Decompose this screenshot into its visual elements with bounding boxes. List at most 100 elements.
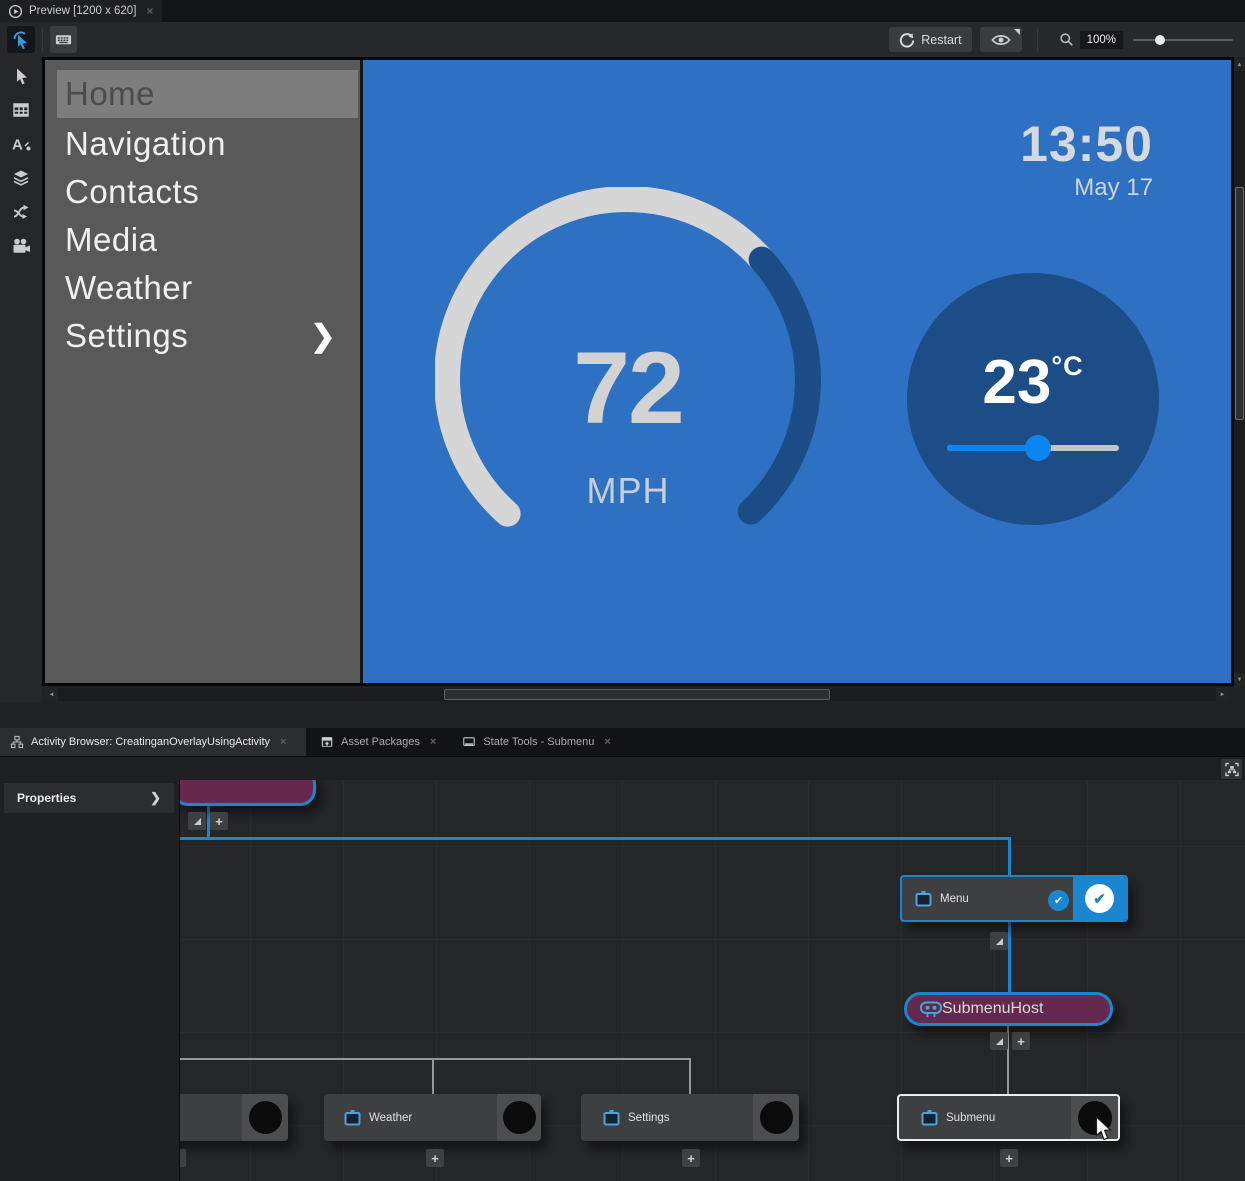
text-tool-icon[interactable]: A — [11, 134, 31, 154]
connection-line — [180, 837, 1011, 840]
tab-state-tools[interactable]: State Tools - Submenu × — [452, 728, 621, 756]
speed-gauge: 72 MPH — [435, 187, 821, 573]
preview-frame: Home Navigation Contacts Media Weather S… — [42, 57, 1234, 686]
menu-item-label: Settings — [65, 317, 188, 355]
hmi-menu-item-contacts[interactable]: Contacts — [57, 168, 358, 216]
tab-preview[interactable]: Preview [1200 x 620] × — [0, 0, 162, 22]
scroll-right-icon[interactable]: ► — [1216, 688, 1229, 701]
toolbar-divider — [42, 29, 43, 51]
node-add-button[interactable]: + — [1000, 1149, 1018, 1167]
tab-preview-close[interactable]: × — [146, 4, 153, 18]
menu-item-label: Contacts — [65, 173, 199, 211]
connection-tool-icon[interactable] — [11, 202, 31, 222]
magnifier-icon — [1059, 32, 1074, 47]
node-add-button[interactable]: + — [682, 1149, 700, 1167]
properties-panel: Properties ❯ — [0, 780, 180, 1181]
hmi-menu-item-weather[interactable]: Weather — [57, 264, 358, 312]
connection-line — [1008, 922, 1011, 994]
node-collapse-button[interactable] — [990, 1032, 1008, 1050]
pointer-click-icon — [11, 30, 31, 50]
state-dot[interactable] — [503, 1101, 536, 1134]
hmi-menu-item-home[interactable]: Home — [57, 70, 358, 118]
chevron-right-icon: ❯ — [310, 319, 336, 354]
tab-asset-packages[interactable]: Asset Packages × — [310, 728, 446, 756]
hmi-menu-item-navigation[interactable]: Navigation — [57, 120, 358, 168]
connection-line — [1008, 837, 1011, 877]
node-state-socket[interactable] — [753, 1094, 799, 1141]
hmi-menu-item-media[interactable]: Media — [57, 216, 358, 264]
application-window: Preview [1200 x 620] × Restart — [0, 0, 1245, 1181]
check-icon: ✔ — [1054, 894, 1063, 907]
node-collapse-button[interactable] — [990, 932, 1008, 950]
select-tool-icon[interactable] — [11, 66, 31, 86]
climate-control: 23°C — [907, 273, 1159, 525]
tab-close[interactable]: × — [604, 736, 610, 748]
zoom-slider[interactable] — [1133, 39, 1233, 41]
preview-toolbar: Restart 100% — [0, 22, 1245, 57]
toolbar-right-group: Restart 100% — [889, 26, 1237, 53]
animation-tool-icon[interactable] — [11, 236, 31, 256]
node-add-button[interactable]: + — [210, 812, 228, 830]
preview-horizontal-scrollbar[interactable]: ◄ ► — [45, 688, 1229, 701]
play-circle-icon — [8, 4, 23, 19]
node-overlay-activity[interactable] — [180, 780, 316, 806]
table-tool-icon[interactable] — [11, 100, 31, 120]
node-settings[interactable]: Settings — [581, 1094, 799, 1141]
scroll-down-icon[interactable]: ▼ — [1234, 673, 1245, 686]
bottom-tab-bar: Activity Browser: CreatinganOverlayUsing… — [0, 728, 1245, 756]
node-label: SubmenuHost — [942, 1000, 1043, 1018]
keyboard-tool-button[interactable] — [50, 26, 77, 53]
zoom-value[interactable]: 100% — [1080, 31, 1123, 49]
tab-close[interactable]: × — [280, 736, 286, 748]
node-submenu-host[interactable]: SubmenuHost — [904, 992, 1113, 1026]
preview-tab-bar: Preview [1200 x 620] × — [0, 0, 1245, 22]
hmi-menu-item-settings[interactable]: Settings ❯ — [57, 312, 358, 360]
vertical-scroll-thumb[interactable] — [1235, 187, 1244, 420]
restart-label: Restart — [921, 33, 961, 47]
speed-value: 72 — [435, 330, 821, 447]
horizontal-scroll-thumb[interactable] — [444, 689, 830, 700]
zoom-slider-thumb[interactable] — [1155, 35, 1165, 45]
temperature-slider[interactable] — [947, 445, 1119, 451]
node-label: Weather — [369, 1112, 412, 1124]
activity-graph[interactable]: + Menu ✔ ✔ — [180, 780, 1245, 1181]
tab-close[interactable]: × — [430, 736, 436, 748]
node-weather[interactable]: Weather — [324, 1094, 541, 1141]
state-dot[interactable] — [760, 1101, 793, 1134]
node-add-button[interactable]: + — [426, 1149, 444, 1167]
layers-tool-icon[interactable] — [11, 168, 31, 188]
restart-button[interactable]: Restart — [889, 27, 971, 52]
hmi-menu-panel: Home Navigation Contacts Media Weather S… — [45, 60, 363, 683]
node-menu[interactable]: Menu ✔ ✔ — [900, 875, 1128, 922]
node-add-button[interactable] — [180, 1149, 186, 1167]
check-badge: ✔ — [1048, 890, 1069, 911]
tab-label: Activity Browser: CreatinganOverlayUsing… — [31, 736, 270, 748]
tab-activity-browser[interactable]: Activity Browser: CreatinganOverlayUsing… — [0, 728, 306, 756]
state-dot[interactable] — [249, 1101, 282, 1134]
temperature-slider-thumb[interactable] — [1025, 435, 1051, 461]
menu-item-label: Weather — [65, 269, 193, 307]
zoom-group: 100% — [1059, 31, 1237, 49]
node-collapse-button[interactable] — [188, 812, 206, 830]
hmi-clock: 13:50 May 17 — [1020, 118, 1153, 202]
pointer-tool-button[interactable] — [7, 26, 35, 53]
preview-visibility-button[interactable] — [980, 27, 1022, 52]
node-state-socket[interactable]: ✔ — [1073, 877, 1126, 920]
tab-label: Asset Packages — [341, 736, 420, 748]
collapse-triangle-icon — [996, 938, 1003, 945]
fit-view-button[interactable] — [1221, 759, 1242, 779]
node-submenu[interactable]: Submenu — [897, 1094, 1120, 1141]
scroll-left-icon[interactable]: ◄ — [45, 688, 58, 701]
toolbar-divider — [1037, 29, 1038, 51]
node-add-button[interactable]: + — [1012, 1032, 1030, 1050]
node-state-socket[interactable] — [497, 1094, 541, 1141]
hmi-canvas: Home Navigation Contacts Media Weather S… — [45, 60, 1231, 683]
node-clipped[interactable] — [180, 1094, 288, 1141]
properties-header[interactable]: Properties ❯ — [4, 783, 174, 813]
preview-vertical-scrollbar[interactable]: ▲ ▼ — [1234, 58, 1245, 686]
window-icon — [462, 735, 476, 749]
scroll-up-icon[interactable]: ▲ — [1234, 58, 1245, 71]
menu-item-label: Home — [65, 75, 155, 113]
connection-line — [689, 1058, 691, 1096]
node-state-socket[interactable] — [242, 1094, 288, 1141]
